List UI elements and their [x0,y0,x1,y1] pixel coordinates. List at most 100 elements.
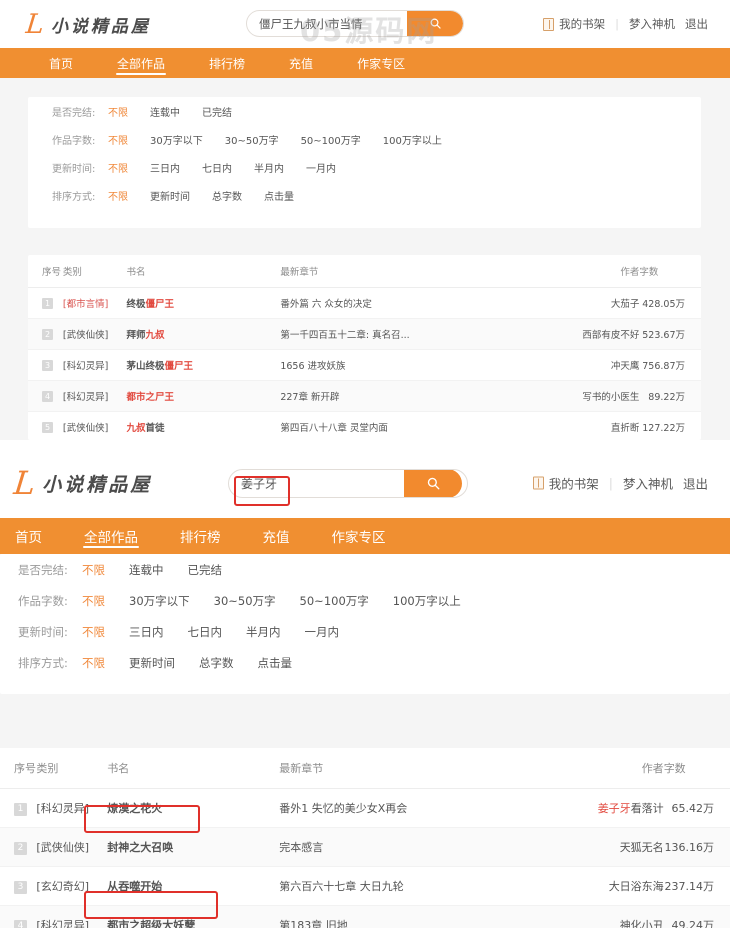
logout-link-top[interactable]: 退出 [685,16,708,32]
site-logo-bottom[interactable]: L 小说精品屋 [12,464,152,502]
username-link-top[interactable]: 梦入神机 [629,16,675,32]
filter-option-3-1[interactable]: 更新时间 [150,188,190,203]
row-latest-chapter[interactable]: 番外篇 六 众女的决定 [280,287,548,319]
filter-option-3-1[interactable]: 更新时间 [129,655,175,671]
row-author[interactable]: 大茄子 [547,287,640,319]
filter-option-1-2[interactable]: 30~50万字 [214,593,276,609]
row-author[interactable]: 西部有皮不好 [547,318,640,350]
table-row[interactable]: 4 [科幻灵异] 都市之超级大妖孽 第183章 旧地 神化小丑 49.24万 [0,905,730,928]
row-author[interactable]: 冲天鹰 [547,349,640,381]
row-book-title[interactable]: 从吞噬开始 [107,866,280,906]
row-author[interactable]: 写书的小医生 [547,380,640,412]
results-table-wrap-top: 序号 类别 书名 最新章节 作者 字数 1 [都市言情] 终极僵尸王 番外篇 六 众女的决定 大茄… [28,255,701,440]
filter-option-3-2[interactable]: 总字数 [212,188,242,203]
filter-row-0: 是否完结: 不限 连载中 已完结 [0,554,730,585]
filter-option-3-0[interactable]: 不限 [108,188,128,203]
row-author[interactable]: 直折断 [547,411,640,440]
table-header-row: 序号 类别 书名 最新章节 作者 字数 [0,748,730,789]
nav-item-2[interactable]: 排行榜 [179,521,222,551]
filter-option-0-1[interactable]: 连载中 [150,104,180,119]
filter-option-1-0[interactable]: 不限 [108,132,128,147]
filter-option-1-0[interactable]: 不限 [82,593,105,609]
search-input-bottom[interactable] [229,471,404,496]
nav-item-3[interactable]: 充值 [262,521,291,551]
row-latest-chapter[interactable]: 1656 进攻妖族 [280,349,548,381]
search-button-bottom[interactable] [404,470,462,497]
row-latest-chapter[interactable]: 第一千四百五十二章: 真名召... [280,318,548,350]
table-row[interactable]: 1 [科幻灵异] 燎漠之花火 番外1 失忆的美少女X再会 姜子牙看落计 65.42万 [0,788,730,828]
nav-item-3[interactable]: 充值 [288,48,314,78]
table-row[interactable]: 1 [都市言情] 终极僵尸王 番外篇 六 众女的决定 大茄子 428.05万 [28,287,701,319]
results-table-wrap-bottom: 序号 类别 书名 最新章节 作者 字数 1 [科幻灵异] 燎漠之花火 番外1 失忆的美少女X再会… [0,748,730,928]
filter-option-2-1[interactable]: 三日内 [150,160,180,175]
filter-option-0-1[interactable]: 连载中 [129,562,164,578]
row-book-title[interactable]: 封神之大召唤 [107,827,280,867]
table-row[interactable]: 5 [武侠仙侠] 九叔首徒 第四百八十八章 灵堂内面 直折断 127.22万 [28,411,701,440]
nav-item-0[interactable]: 首页 [48,48,74,78]
filter-option-3-3[interactable]: 点击量 [258,655,293,671]
nav-item-1[interactable]: 全部作品 [116,48,167,78]
row-latest-chapter[interactable]: 番外1 失忆的美少女X再会 [279,788,573,828]
row-book-title[interactable]: 九叔首徒 [126,411,281,440]
nav-item-4[interactable]: 作家专区 [356,48,406,78]
filter-option-1-4[interactable]: 100万字以上 [393,593,461,609]
filter-option-0-2[interactable]: 已完结 [202,104,232,119]
site-logo[interactable]: L 小说精品屋 [24,9,151,40]
row-author[interactable]: 姜子牙看落计 [572,788,664,828]
filter-option-2-2[interactable]: 七日内 [188,624,223,640]
filter-option-2-3[interactable]: 半月内 [254,160,284,175]
filter-option-3-0[interactable]: 不限 [82,655,105,671]
nav-item-0[interactable]: 首页 [14,521,43,551]
row-book-title[interactable]: 燎漠之花火 [107,788,280,828]
filter-option-3-2[interactable]: 总字数 [199,655,234,671]
filter-option-1-1[interactable]: 30万字以下 [150,132,203,147]
row-book-title[interactable]: 拜师九叔 [126,318,281,350]
filter-option-1-3[interactable]: 50~100万字 [301,132,361,147]
row-book-title[interactable]: 都市之超级大妖孽 [107,905,280,928]
filter-option-2-1[interactable]: 三日内 [129,624,164,640]
filter-option-1-4[interactable]: 100万字以上 [383,132,442,147]
logout-link-bottom[interactable]: 退出 [683,474,708,493]
row-book-title[interactable]: 茅山终极僵尸王 [126,349,281,381]
table-row[interactable]: 3 [玄幻奇幻] 从吞噬开始 第六百六十七章 大日九轮 大日浴东海 237.14万 [0,866,730,906]
row-book-title[interactable]: 终极僵尸王 [126,287,281,319]
filter-option-3-3[interactable]: 点击量 [264,188,294,203]
bookshelf-link-top[interactable]: 我的书架 [559,16,605,32]
filter-option-0-0[interactable]: 不限 [108,104,128,119]
filter-option-1-2[interactable]: 30~50万字 [225,132,279,147]
row-latest-chapter[interactable]: 227章 新开辟 [280,380,548,412]
filter-option-2-4[interactable]: 一月内 [305,624,340,640]
search-button-top[interactable] [407,11,463,36]
title-part-0: 封神之大召唤 [107,841,174,854]
table-row[interactable]: 2 [武侠仙侠] 封神之大召唤 完本感言 天狐无名 136.16万 [0,827,730,867]
row-latest-chapter[interactable]: 第六百六十七章 大日九轮 [279,866,573,906]
row-latest-chapter[interactable]: 完本感言 [279,827,573,867]
row-book-title[interactable]: 都市之尸王 [126,380,281,412]
filter-option-1-3[interactable]: 50~100万字 [300,593,369,609]
username-link-bottom[interactable]: 梦入神机 [623,474,673,493]
row-latest-chapter[interactable]: 第四百八十八章 灵堂内面 [280,411,548,440]
nav-item-2[interactable]: 排行榜 [208,48,246,78]
rank-badge: 5 [42,421,53,433]
filter-option-0-2[interactable]: 已完结 [188,562,223,578]
filter-option-2-4[interactable]: 一月内 [306,160,336,175]
filter-option-1-1[interactable]: 30万字以下 [129,593,190,609]
row-author[interactable]: 神化小丑 [572,905,664,928]
row-latest-chapter[interactable]: 第183章 旧地 [279,905,573,928]
row-author[interactable]: 大日浴东海 [572,866,664,906]
filter-option-2-0[interactable]: 不限 [82,624,105,640]
table-row[interactable]: 3 [科幻灵异] 茅山终极僵尸王 1656 进攻妖族 冲天鹰 756.87万 [28,349,701,381]
search-input-top[interactable] [247,11,407,36]
filter-option-2-2[interactable]: 七日内 [202,160,232,175]
table-header-row: 序号 类别 书名 最新章节 作者 字数 [28,255,701,288]
search-area-top [246,10,464,37]
filter-option-2-0[interactable]: 不限 [108,160,128,175]
filter-option-2-3[interactable]: 半月内 [246,624,281,640]
nav-item-4[interactable]: 作家专区 [331,521,387,551]
bookshelf-link-bottom[interactable]: 我的书架 [549,474,599,493]
filter-option-0-0[interactable]: 不限 [82,562,105,578]
nav-item-1[interactable]: 全部作品 [83,521,139,551]
table-row[interactable]: 4 [科幻灵异] 都市之尸王 227章 新开辟 写书的小医生 89.22万 [28,380,701,412]
row-author[interactable]: 天狐无名 [572,827,664,867]
table-row[interactable]: 2 [武侠仙侠] 拜师九叔 第一千四百五十二章: 真名召... 西部有皮不好 523.67… [28,318,701,350]
